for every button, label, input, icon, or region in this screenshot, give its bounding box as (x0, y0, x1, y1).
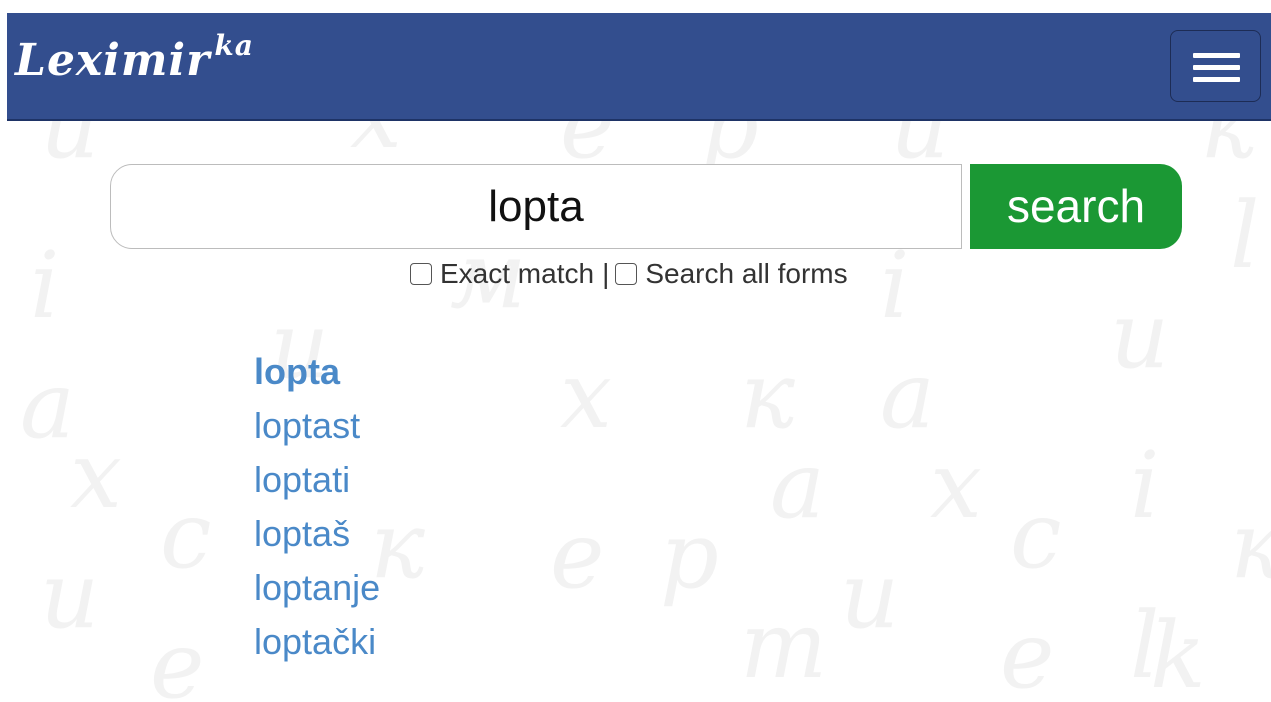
results-list: lopta loptast loptati loptaš loptanje lo… (254, 345, 380, 669)
brand-logo[interactable]: Leximir ka (15, 32, 254, 83)
menu-toggle-button[interactable] (1170, 30, 1261, 102)
result-link[interactable]: loptački (254, 615, 380, 669)
result-link[interactable]: loptati (254, 453, 380, 507)
result-link[interactable]: loptast (254, 399, 380, 453)
search-all-forms-label[interactable]: Search all forms (645, 258, 847, 290)
result-link[interactable]: loptanje (254, 561, 380, 615)
options-separator: | (602, 258, 610, 289)
search-all-forms-checkbox[interactable] (615, 263, 638, 285)
search-input[interactable] (110, 164, 962, 249)
hamburger-icon-bar (1193, 65, 1240, 70)
brand-logo-text: Leximir (15, 35, 211, 86)
brand-logo-superscript: ka (214, 29, 254, 62)
exact-match-checkbox[interactable] (410, 263, 432, 285)
top-navbar: Leximir ka (7, 13, 1271, 121)
search-options: Exact match | Search all forms (410, 257, 848, 291)
result-link[interactable]: loptaš (254, 507, 380, 561)
hamburger-icon (1193, 53, 1240, 58)
exact-match-label[interactable]: Exact match (440, 258, 594, 290)
result-link[interactable]: lopta (254, 345, 380, 399)
hamburger-icon-bar (1193, 77, 1240, 82)
search-button[interactable]: search (970, 164, 1182, 249)
